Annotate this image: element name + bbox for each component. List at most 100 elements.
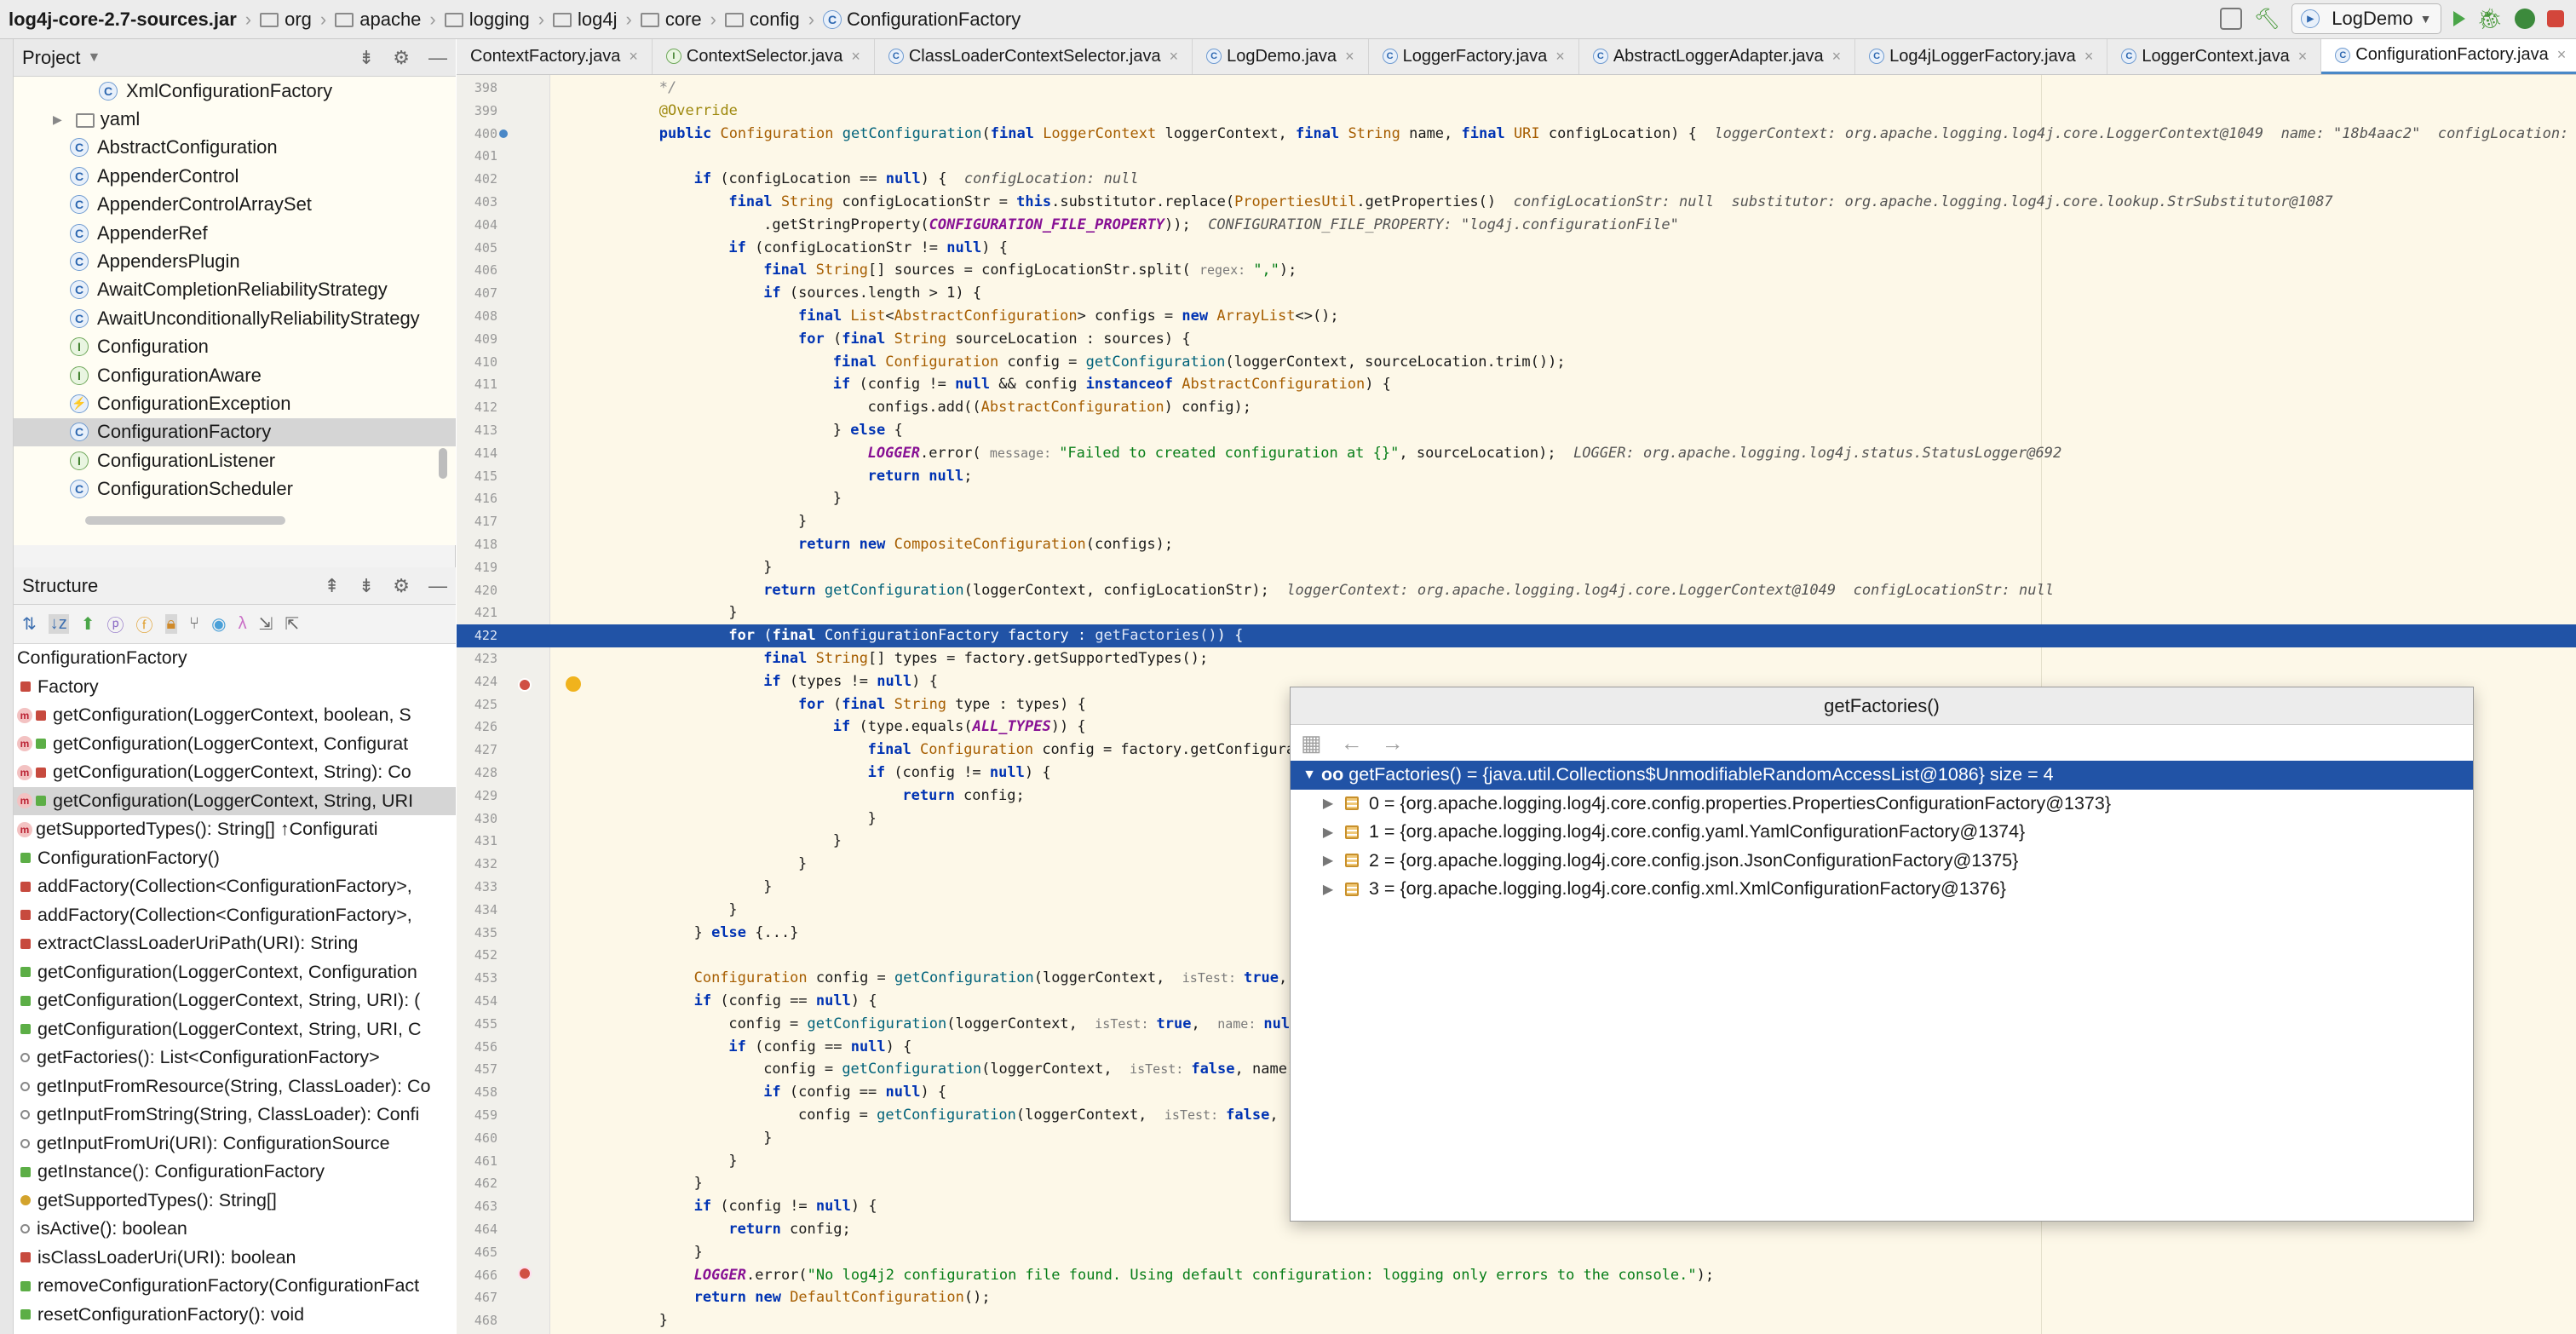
chevron-right-icon[interactable]: ▶ <box>1316 824 1340 841</box>
chevron-right-icon[interactable]: ▶ <box>53 112 62 127</box>
tab-loggercontext[interactable]: C LoggerContext.java × <box>2107 39 2322 74</box>
collapse-all-icon[interactable]: ⇟ <box>359 47 374 69</box>
project-tree-item[interactable]: C XmlConfigurationFactory <box>14 77 456 105</box>
structure-item[interactable]: getConfiguration(LoggerContext, Configur… <box>14 958 456 987</box>
project-tree-item[interactable]: C ConfigurationScheduler <box>14 474 456 503</box>
structure-item[interactable]: ConfigurationFactory <box>14 644 456 673</box>
popup-child-row[interactable]: ▶ 0 = {org.apache.logging.log4j.core.conf… <box>1291 790 2473 819</box>
tab-abstractloggeradapter[interactable]: C AbstractLoggerAdapter.java × <box>1579 39 1856 74</box>
breadcrumb-item[interactable]: log4j-core-2.7-sources.jar <box>9 9 237 31</box>
structure-item[interactable]: removeConfigurationFactory(Configuration… <box>14 1272 456 1301</box>
project-tree-item[interactable]: C AppenderRef <box>14 219 456 247</box>
breadcrumb-item[interactable]: apache <box>335 9 421 31</box>
structure-item[interactable]: resetConfigurationFactory(): void <box>14 1301 456 1330</box>
structure-item[interactable]: getInputFromResource(String, ClassLoader… <box>14 1072 456 1101</box>
tab-configurationfactory[interactable]: C ConfigurationFactory.java × <box>2321 39 2576 74</box>
coverage-icon[interactable] <box>2515 9 2535 29</box>
structure-item[interactable]: ConfigurationFactory() <box>14 844 456 873</box>
structure-item[interactable]: m getConfiguration(LoggerContext, String,… <box>14 786 456 815</box>
breadcrumb-item[interactable]: config <box>724 9 800 31</box>
chevron-down-icon[interactable]: ▼ <box>1297 768 1321 783</box>
structure-item[interactable]: addFactory(Collection<ConfigurationFacto… <box>14 901 456 930</box>
breakpoint-icon[interactable] <box>518 1267 532 1280</box>
run-configuration-select[interactable]: ▶ LogDemo ▼ <box>2291 3 2441 34</box>
project-tree-item[interactable]: ▶ yaml <box>14 105 456 133</box>
build-hammer-icon[interactable]: 🔨︎ <box>2254 7 2280 32</box>
popup-root-row[interactable]: ▼ oo getFactories() = {java.util.Collectio… <box>1291 761 2473 790</box>
close-icon[interactable]: × <box>2298 48 2308 66</box>
project-tree-item[interactable]: I Configuration <box>14 333 456 361</box>
chevron-right-icon[interactable]: ▶ <box>1316 881 1340 898</box>
structure-item[interactable]: m getConfiguration(LoggerContext, Configu… <box>14 730 456 759</box>
close-icon[interactable]: × <box>629 48 638 66</box>
project-tree-item[interactable]: C AbstractConfiguration <box>14 134 456 162</box>
tab-contextfactory[interactable]: ContextFactory.java × <box>457 39 653 74</box>
show-inherited-icon[interactable]: ⬆ <box>81 613 95 635</box>
chevron-down-icon[interactable]: ▼ <box>87 50 101 66</box>
close-icon[interactable]: × <box>1170 48 1179 66</box>
anonymous-classes-icon[interactable]: ◉ <box>211 613 226 635</box>
close-icon[interactable]: × <box>2557 46 2567 64</box>
expand-all-icon[interactable]: ⇞ <box>324 575 339 597</box>
project-panel-header[interactable]: Project ▼ ⇟ ⚙ — <box>14 39 456 77</box>
structure-item[interactable]: getConfiguration(LoggerContext, String, … <box>14 986 456 1015</box>
structure-item[interactable]: m getSupportedTypes(): String[] ↑Configur… <box>14 815 456 844</box>
structure-item[interactable]: isActive(): boolean <box>14 1215 456 1244</box>
popup-child-row[interactable]: ▶ 2 = {org.apache.logging.log4j.core.conf… <box>1291 847 2473 876</box>
structure-item[interactable]: getConfiguration(LoggerContext, String, … <box>14 1015 456 1044</box>
chevron-right-icon[interactable]: ▶ <box>1316 852 1340 869</box>
stop-icon[interactable] <box>2547 10 2564 27</box>
project-hscrollbar[interactable] <box>85 516 285 525</box>
structure-item[interactable]: getSupportedTypes(): String[] <box>14 1187 456 1216</box>
tab-log4jloggerfactory[interactable]: C Log4jLoggerFactory.java × <box>1855 39 2108 74</box>
structure-item[interactable]: addFactory(Collection<ConfigurationFacto… <box>14 872 456 901</box>
show-fields-icon[interactable]: ⓕ <box>136 612 153 636</box>
show-properties-icon[interactable]: ⓟ <box>107 612 124 636</box>
project-tree-item[interactable]: C AwaitCompletionReliabilityStrategy <box>14 276 456 304</box>
override-marker-icon[interactable] <box>499 129 508 138</box>
collapse-icon[interactable]: ⇱ <box>285 613 299 635</box>
lambdas-icon[interactable]: λ <box>239 614 247 634</box>
minimize-icon[interactable]: — <box>428 575 447 597</box>
breakpoint-icon[interactable] <box>518 678 532 692</box>
tab-contextselector[interactable]: I ContextSelector.java × <box>653 39 875 74</box>
project-scrollbar[interactable] <box>439 448 447 479</box>
structure-item[interactable]: extractClassLoaderUriPath(URI): String <box>14 929 456 958</box>
collapse-all-icon[interactable]: ⇟ <box>359 575 374 597</box>
forward-arrow-icon[interactable]: → <box>1382 730 1404 756</box>
project-tree-item[interactable]: C ConfigurationFactory <box>14 417 456 447</box>
structure-item[interactable]: getFactories(): List<ConfigurationFactor… <box>14 1044 456 1072</box>
minimize-icon[interactable]: — <box>428 47 447 69</box>
project-tree-item[interactable]: ⚡ ConfigurationException <box>14 389 456 417</box>
show-non-public-icon[interactable]: 🔒︎ <box>164 614 178 634</box>
structure-item[interactable]: isClassLoaderUri(URI): boolean <box>14 1244 456 1273</box>
gear-icon[interactable]: ⚙ <box>393 47 410 69</box>
watch-icon[interactable]: ▦ <box>1301 730 1322 756</box>
project-tree-item[interactable]: C AppendersPlugin <box>14 247 456 275</box>
show-hierarchy-icon[interactable]: ⑂ <box>189 614 199 634</box>
close-icon[interactable]: × <box>1555 48 1565 66</box>
tab-logdemo[interactable]: C LogDemo.java × <box>1193 39 1369 74</box>
close-icon[interactable]: × <box>1832 48 1842 66</box>
structure-item[interactable]: m getConfiguration(LoggerContext, String)… <box>14 758 456 787</box>
structure-item[interactable]: getInputFromString(String, ClassLoader):… <box>14 1101 456 1130</box>
close-icon[interactable]: × <box>2084 48 2094 66</box>
intention-bulb-icon[interactable] <box>566 676 581 692</box>
debug-icon[interactable]: 🐞︎ <box>2477 7 2503 32</box>
structure-item[interactable]: Factory <box>14 673 456 702</box>
project-tree-item[interactable]: C AppenderControl <box>14 162 456 190</box>
run-icon[interactable] <box>2452 11 2465 26</box>
popup-child-row[interactable]: ▶ 3 = {org.apache.logging.log4j.core.conf… <box>1291 875 2473 904</box>
project-tree-item[interactable]: C AppenderControlArraySet <box>14 191 456 219</box>
popup-child-row[interactable]: ▶ 1 = {org.apache.logging.log4j.core.conf… <box>1291 818 2473 847</box>
sort-alpha-icon[interactable]: ↓z <box>48 614 69 634</box>
breadcrumb-item[interactable]: log4j <box>553 9 618 31</box>
chevron-right-icon[interactable]: ▶ <box>1316 795 1340 812</box>
tab-classloadercontextselector[interactable]: C ClassLoaderContextSelector.java × <box>875 39 1193 74</box>
tab-loggerfactory[interactable]: C LoggerFactory.java × <box>1369 39 1579 74</box>
layout-icon[interactable] <box>2219 8 2242 30</box>
breadcrumb-item[interactable]: core <box>640 9 702 31</box>
breadcrumb-item[interactable]: org <box>260 9 312 31</box>
structure-item[interactable]: getInputFromUri(URI): ConfigurationSourc… <box>14 1130 456 1159</box>
gear-icon[interactable]: ⚙ <box>393 575 410 597</box>
